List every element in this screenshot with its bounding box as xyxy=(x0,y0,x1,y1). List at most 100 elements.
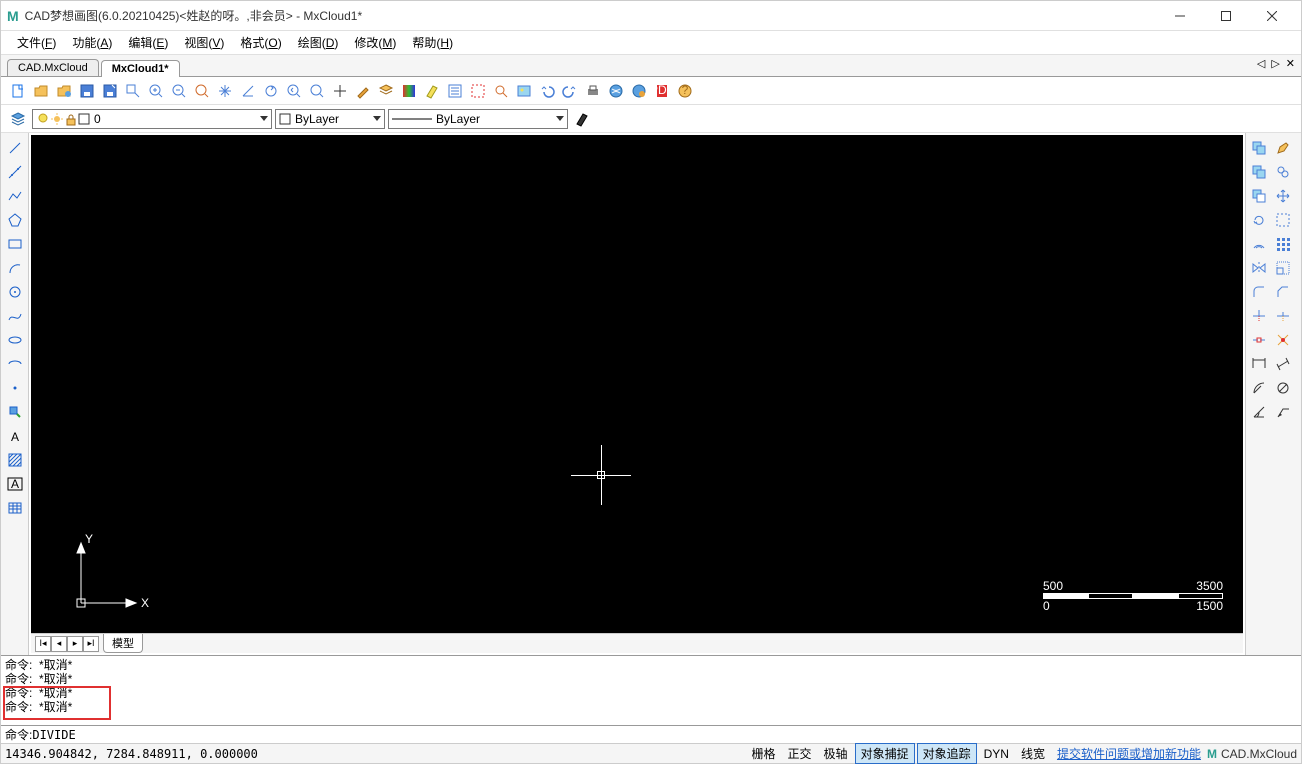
properties-icon[interactable] xyxy=(444,80,466,102)
ellipse-icon[interactable] xyxy=(4,329,26,351)
line-icon[interactable] xyxy=(4,137,26,159)
menu-v[interactable]: 视图(V) xyxy=(176,32,232,53)
tab-close-icon[interactable]: ✕ xyxy=(1284,57,1297,70)
menu-m[interactable]: 修改(M) xyxy=(346,32,404,53)
pan-icon[interactable] xyxy=(214,80,236,102)
dim-linear-icon[interactable] xyxy=(1248,353,1270,375)
image-icon[interactable] xyxy=(513,80,535,102)
table-icon[interactable] xyxy=(4,497,26,519)
osnap-toggle[interactable]: 对象捕捉 xyxy=(855,743,915,764)
feedback-link[interactable]: 提交软件问题或增加新功能 xyxy=(1057,745,1201,762)
hatch-icon[interactable] xyxy=(4,449,26,471)
tab-first-icon[interactable]: I◂ xyxy=(35,636,51,652)
xline-icon[interactable] xyxy=(4,161,26,183)
paste-icon[interactable] xyxy=(1248,185,1270,207)
grid-toggle[interactable]: 栅格 xyxy=(747,744,781,763)
brush-icon[interactable] xyxy=(352,80,374,102)
crosshair-icon[interactable] xyxy=(329,80,351,102)
menu-o[interactable]: 格式(O) xyxy=(232,32,289,53)
dim-angular-icon[interactable] xyxy=(1248,401,1270,423)
array-icon[interactable] xyxy=(1272,233,1294,255)
menu-h[interactable]: 帮助(H) xyxy=(404,32,461,53)
zoom-window-icon[interactable] xyxy=(122,80,144,102)
edit-pen-icon[interactable] xyxy=(1272,137,1294,159)
regen-icon[interactable] xyxy=(260,80,282,102)
tab-next-icon[interactable]: ▸ xyxy=(67,636,83,652)
zoom-extents-icon[interactable] xyxy=(191,80,213,102)
redo-icon[interactable] xyxy=(559,80,581,102)
undo-icon[interactable] xyxy=(536,80,558,102)
copy-icon[interactable] xyxy=(1248,137,1270,159)
color-combo[interactable]: ByLayer xyxy=(275,109,385,129)
help-icon[interactable]: ? xyxy=(674,80,696,102)
tab-next-icon[interactable]: ▷ xyxy=(1269,57,1281,70)
text-single-icon[interactable]: A xyxy=(4,425,26,447)
rotate-icon[interactable] xyxy=(1248,209,1270,231)
dim-radius-icon[interactable] xyxy=(1248,377,1270,399)
mtext-icon[interactable]: A xyxy=(4,473,26,495)
minimize-button[interactable] xyxy=(1157,1,1203,31)
point-icon[interactable] xyxy=(4,377,26,399)
tab-prev-icon[interactable]: ◁ xyxy=(1255,57,1267,70)
fillet-icon[interactable] xyxy=(1248,281,1270,303)
menu-d[interactable]: 绘图(D) xyxy=(290,32,347,53)
dyn-toggle[interactable]: DYN xyxy=(979,746,1014,762)
ellipse-arc-icon[interactable] xyxy=(4,353,26,375)
block-insert-icon[interactable] xyxy=(4,401,26,423)
select-box-icon[interactable] xyxy=(1272,209,1294,231)
polygon-icon[interactable] xyxy=(4,209,26,231)
print-icon[interactable] xyxy=(582,80,604,102)
scale-icon[interactable] xyxy=(1272,257,1294,279)
pdf-icon[interactable]: PDF xyxy=(651,80,673,102)
save-icon[interactable] xyxy=(76,80,98,102)
globe-refresh-icon[interactable] xyxy=(605,80,627,102)
polar-toggle[interactable]: 极轴 xyxy=(819,744,853,763)
offset-icon[interactable] xyxy=(1248,233,1270,255)
explode-icon[interactable] xyxy=(1272,329,1294,351)
rectangle-icon[interactable] xyxy=(4,233,26,255)
chamfer-icon[interactable] xyxy=(1272,281,1294,303)
drawing-canvas[interactable]: Y X 5003500 01500 xyxy=(31,135,1243,633)
link-icon[interactable] xyxy=(1272,161,1294,183)
match-properties-icon[interactable] xyxy=(571,108,593,130)
doc-tab[interactable]: MxCloud1* xyxy=(101,60,180,77)
close-button[interactable] xyxy=(1249,1,1295,31)
spline-icon[interactable] xyxy=(4,305,26,327)
linetype-combo[interactable]: ByLayer xyxy=(388,109,568,129)
save-as-icon[interactable] xyxy=(99,80,121,102)
otrack-toggle[interactable]: 对象追踪 xyxy=(917,743,977,764)
tab-prev-icon[interactable]: ◂ xyxy=(51,636,67,652)
move-icon[interactable] xyxy=(1272,185,1294,207)
polyline-icon[interactable] xyxy=(4,185,26,207)
leader-icon[interactable] xyxy=(1272,401,1294,423)
globe-gear-icon[interactable] xyxy=(628,80,650,102)
copy-clip-icon[interactable] xyxy=(1248,161,1270,183)
ortho-toggle[interactable]: 正交 xyxy=(783,744,817,763)
extend-icon[interactable] xyxy=(1272,305,1294,327)
menu-f[interactable]: 文件(F) xyxy=(9,32,64,53)
zoom-previous-icon[interactable] xyxy=(283,80,305,102)
open-cloud-icon[interactable] xyxy=(53,80,75,102)
lwt-toggle[interactable]: 线宽 xyxy=(1016,744,1050,763)
zoom-out-icon[interactable] xyxy=(168,80,190,102)
break-icon[interactable] xyxy=(1248,329,1270,351)
command-input[interactable] xyxy=(32,728,1297,742)
arc-icon[interactable] xyxy=(4,257,26,279)
highlight-icon[interactable] xyxy=(421,80,443,102)
model-tab[interactable]: 模型 xyxy=(103,634,143,653)
trim-icon[interactable] xyxy=(1248,305,1270,327)
dim-diameter-icon[interactable] xyxy=(1272,377,1294,399)
select-rainbow-icon[interactable] xyxy=(467,80,489,102)
maximize-button[interactable] xyxy=(1203,1,1249,31)
layer-combo[interactable]: 0 xyxy=(32,109,272,129)
menu-e[interactable]: 编辑(E) xyxy=(120,32,176,53)
mirror-icon[interactable] xyxy=(1248,257,1270,279)
circle-icon[interactable] xyxy=(4,281,26,303)
dim-aligned-icon[interactable] xyxy=(1272,353,1294,375)
menu-a[interactable]: 功能(A) xyxy=(64,32,120,53)
measure-angle-icon[interactable] xyxy=(237,80,259,102)
tab-last-icon[interactable]: ▸I xyxy=(83,636,99,652)
layer-manager-icon[interactable] xyxy=(7,108,29,130)
gradient-icon[interactable] xyxy=(398,80,420,102)
command-line[interactable]: 命令: xyxy=(1,725,1301,743)
